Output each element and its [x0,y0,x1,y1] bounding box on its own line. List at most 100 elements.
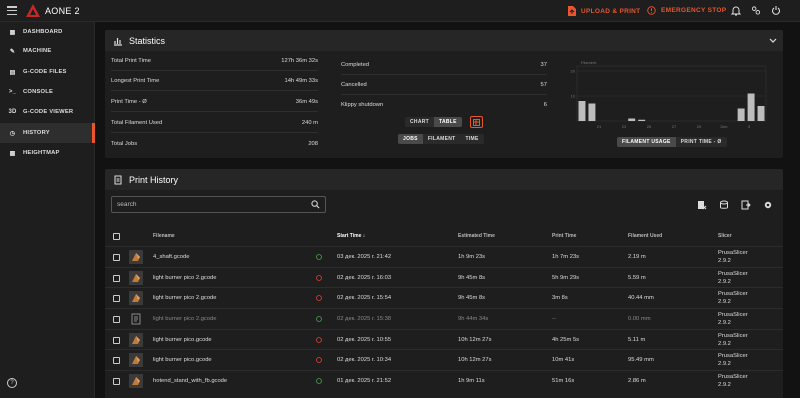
sidebar-item-heightmap[interactable]: ▩ HEIGHTMAP [0,143,95,163]
stat-value: 37 [540,61,547,68]
jobs-button[interactable]: JOBS [398,134,423,144]
filament-used: 0.00 mm [628,316,651,322]
emergency-stop-button[interactable]: EMERGENCY STOP [647,6,726,15]
chart-x-tick: 25 [647,124,652,129]
chart-bar[interactable] [628,118,636,122]
upload-file-icon [568,6,576,16]
chart-bar[interactable] [737,108,745,122]
table-row[interactable]: light burner pico.gcode 02 дек. 2025 г. 1… [105,329,783,350]
help-icon[interactable]: ? [7,378,17,388]
stat-label: Print Time - Ø [111,98,147,105]
filament-used: 40.44 mm [628,295,654,301]
filament-used: 2.86 m [628,378,646,384]
sidebar-item-dashboard[interactable]: ▦ DASHBOARD [0,22,95,42]
row-checkbox[interactable] [113,357,120,364]
chart-bar[interactable] [578,101,586,121]
column-print-time[interactable]: Print Time [552,233,576,239]
dashboard-icon: ▦ [9,29,16,36]
column-filename[interactable]: Filename [153,233,175,239]
chart-mode-toggle: FILAMENT USAGE PRINT TIME - Ø [617,137,727,147]
row-checkbox[interactable] [113,316,120,323]
stat-label: Completed [341,61,370,68]
cancel-circle-icon [316,275,322,281]
slicer-name: PrusaSlicer [718,374,748,380]
stat-row: Total Print Time 127h 36m 32s [111,51,318,71]
search-icon[interactable] [311,200,320,209]
table-row[interactable]: 4_shaft.gcode 03 дек. 2025 г. 21:42 1h 9m … [105,246,783,267]
row-checkbox[interactable] [113,337,120,344]
table-row[interactable]: light burner pico 2.gcode 02 дек. 2025 г.… [105,308,783,329]
column-start-time[interactable]: Start Time ↓ [337,233,365,239]
chart-bar[interactable] [638,119,646,121]
slicer-name: PrusaSlicer [718,271,748,277]
3d-viewer-icon: 3D [8,109,17,115]
slicer-version: 2.9.2 [718,382,731,388]
stat-value: 208 [308,141,318,147]
chart-view-button[interactable]: CHART [405,117,434,127]
filament-button[interactable]: FILAMENT [422,134,461,144]
column-estimated-time[interactable]: Estimated Time [458,233,495,239]
estimated-time: 10h 12m 27s [458,357,492,363]
chevron-down-icon[interactable] [769,38,777,44]
table-row[interactable]: light burner pico.gcode 02 дек. 2025 г. 1… [105,349,783,370]
table-row[interactable]: hotend_stand_with_fb.gcode 01 дек. 2025 г… [105,370,783,391]
export-file-icon[interactable] [741,200,751,210]
sidebar-item-label: DASHBOARD [23,29,63,35]
statistics-header[interactable]: Statistics [105,30,783,51]
upload-print-button[interactable]: UPLOAD & PRINT [568,6,640,16]
slicer-version: 2.9.2 [718,361,731,367]
search-input[interactable]: search [111,196,326,213]
sidebar: ▦ DASHBOARD ✎ MACHINE ▤ G-CODE FILES >_ CONS… [0,22,95,398]
filament-usage-button[interactable]: FILAMENT USAGE [617,137,676,147]
menu-icon[interactable] [7,6,17,16]
chart-bar[interactable] [757,106,765,121]
filament-used: 5.11 m [628,337,646,343]
database-icon[interactable] [719,200,729,210]
sidebar-item-console[interactable]: >_ CONSOLE [0,82,95,102]
slicer-name: PrusaSlicer [718,312,748,318]
sidebar-item-history[interactable]: ◷ HISTORY [0,123,95,143]
sidebar-item-machine[interactable]: ✎ MACHINE [0,41,95,61]
group-toggle: JOBS FILAMENT TIME [398,134,484,144]
time-button[interactable]: TIME [460,134,484,144]
filename: light burner pico 2.gcode [153,295,217,301]
row-checkbox[interactable] [113,295,120,302]
filename: hotend_stand_with_fb.gcode [153,378,228,384]
table-view-button[interactable]: TABLE [434,117,462,127]
print-time: 5h 9m 29s [552,275,580,281]
column-filament-used[interactable]: Filament Used [628,233,662,239]
bell-icon[interactable] [731,5,741,16]
row-checkbox[interactable] [113,378,120,385]
select-all-checkbox[interactable] [113,233,120,240]
estimated-time: 9h 45m 8s [458,275,486,281]
table-row[interactable]: light burner pico 2.gcode 02 дек. 2025 г.… [105,287,783,308]
file-icon [131,313,141,325]
column-slicer[interactable]: Slicer [718,233,732,239]
slicer: PrusaSlicer 2.9.2 [718,249,748,265]
chart-bar[interactable] [588,103,596,122]
upload-print-label: UPLOAD & PRINT [581,7,641,15]
slicer-version: 2.9.2 [718,299,731,305]
row-checkbox[interactable] [113,275,120,282]
row-checkbox[interactable] [113,254,120,261]
stat-label: Total Print Time [111,57,151,64]
stat-value: 36m 49s [295,98,318,105]
filename: 4_shaft.gcode [153,254,190,260]
sidebar-item-gcode-files[interactable]: ▤ G-CODE FILES [0,62,95,82]
export-button[interactable] [470,116,483,128]
stat-value: 14h 49m 33s [284,77,318,84]
start-time: 02 дек. 2025 г. 10:55 [337,337,392,343]
estimated-time: 10h 12m 27s [458,337,492,343]
missing-files-icon[interactable] [697,200,707,210]
settings-icon[interactable] [763,200,773,210]
sidebar-item-gcode-viewer[interactable]: 3D G-CODE VIEWER [0,102,95,122]
cogs-icon[interactable] [751,5,761,16]
power-icon[interactable] [771,5,781,16]
stat-value: 240 m [301,119,318,126]
table-icon [473,119,480,126]
slicer-version: 2.9.2 [718,320,731,326]
table-row[interactable]: light burner pico 2.gcode 02 дек. 2025 г.… [105,267,783,288]
print-time-avg-button[interactable]: PRINT TIME - Ø [675,137,727,147]
chart-bar[interactable] [747,93,755,122]
cancel-circle-icon [316,337,322,343]
